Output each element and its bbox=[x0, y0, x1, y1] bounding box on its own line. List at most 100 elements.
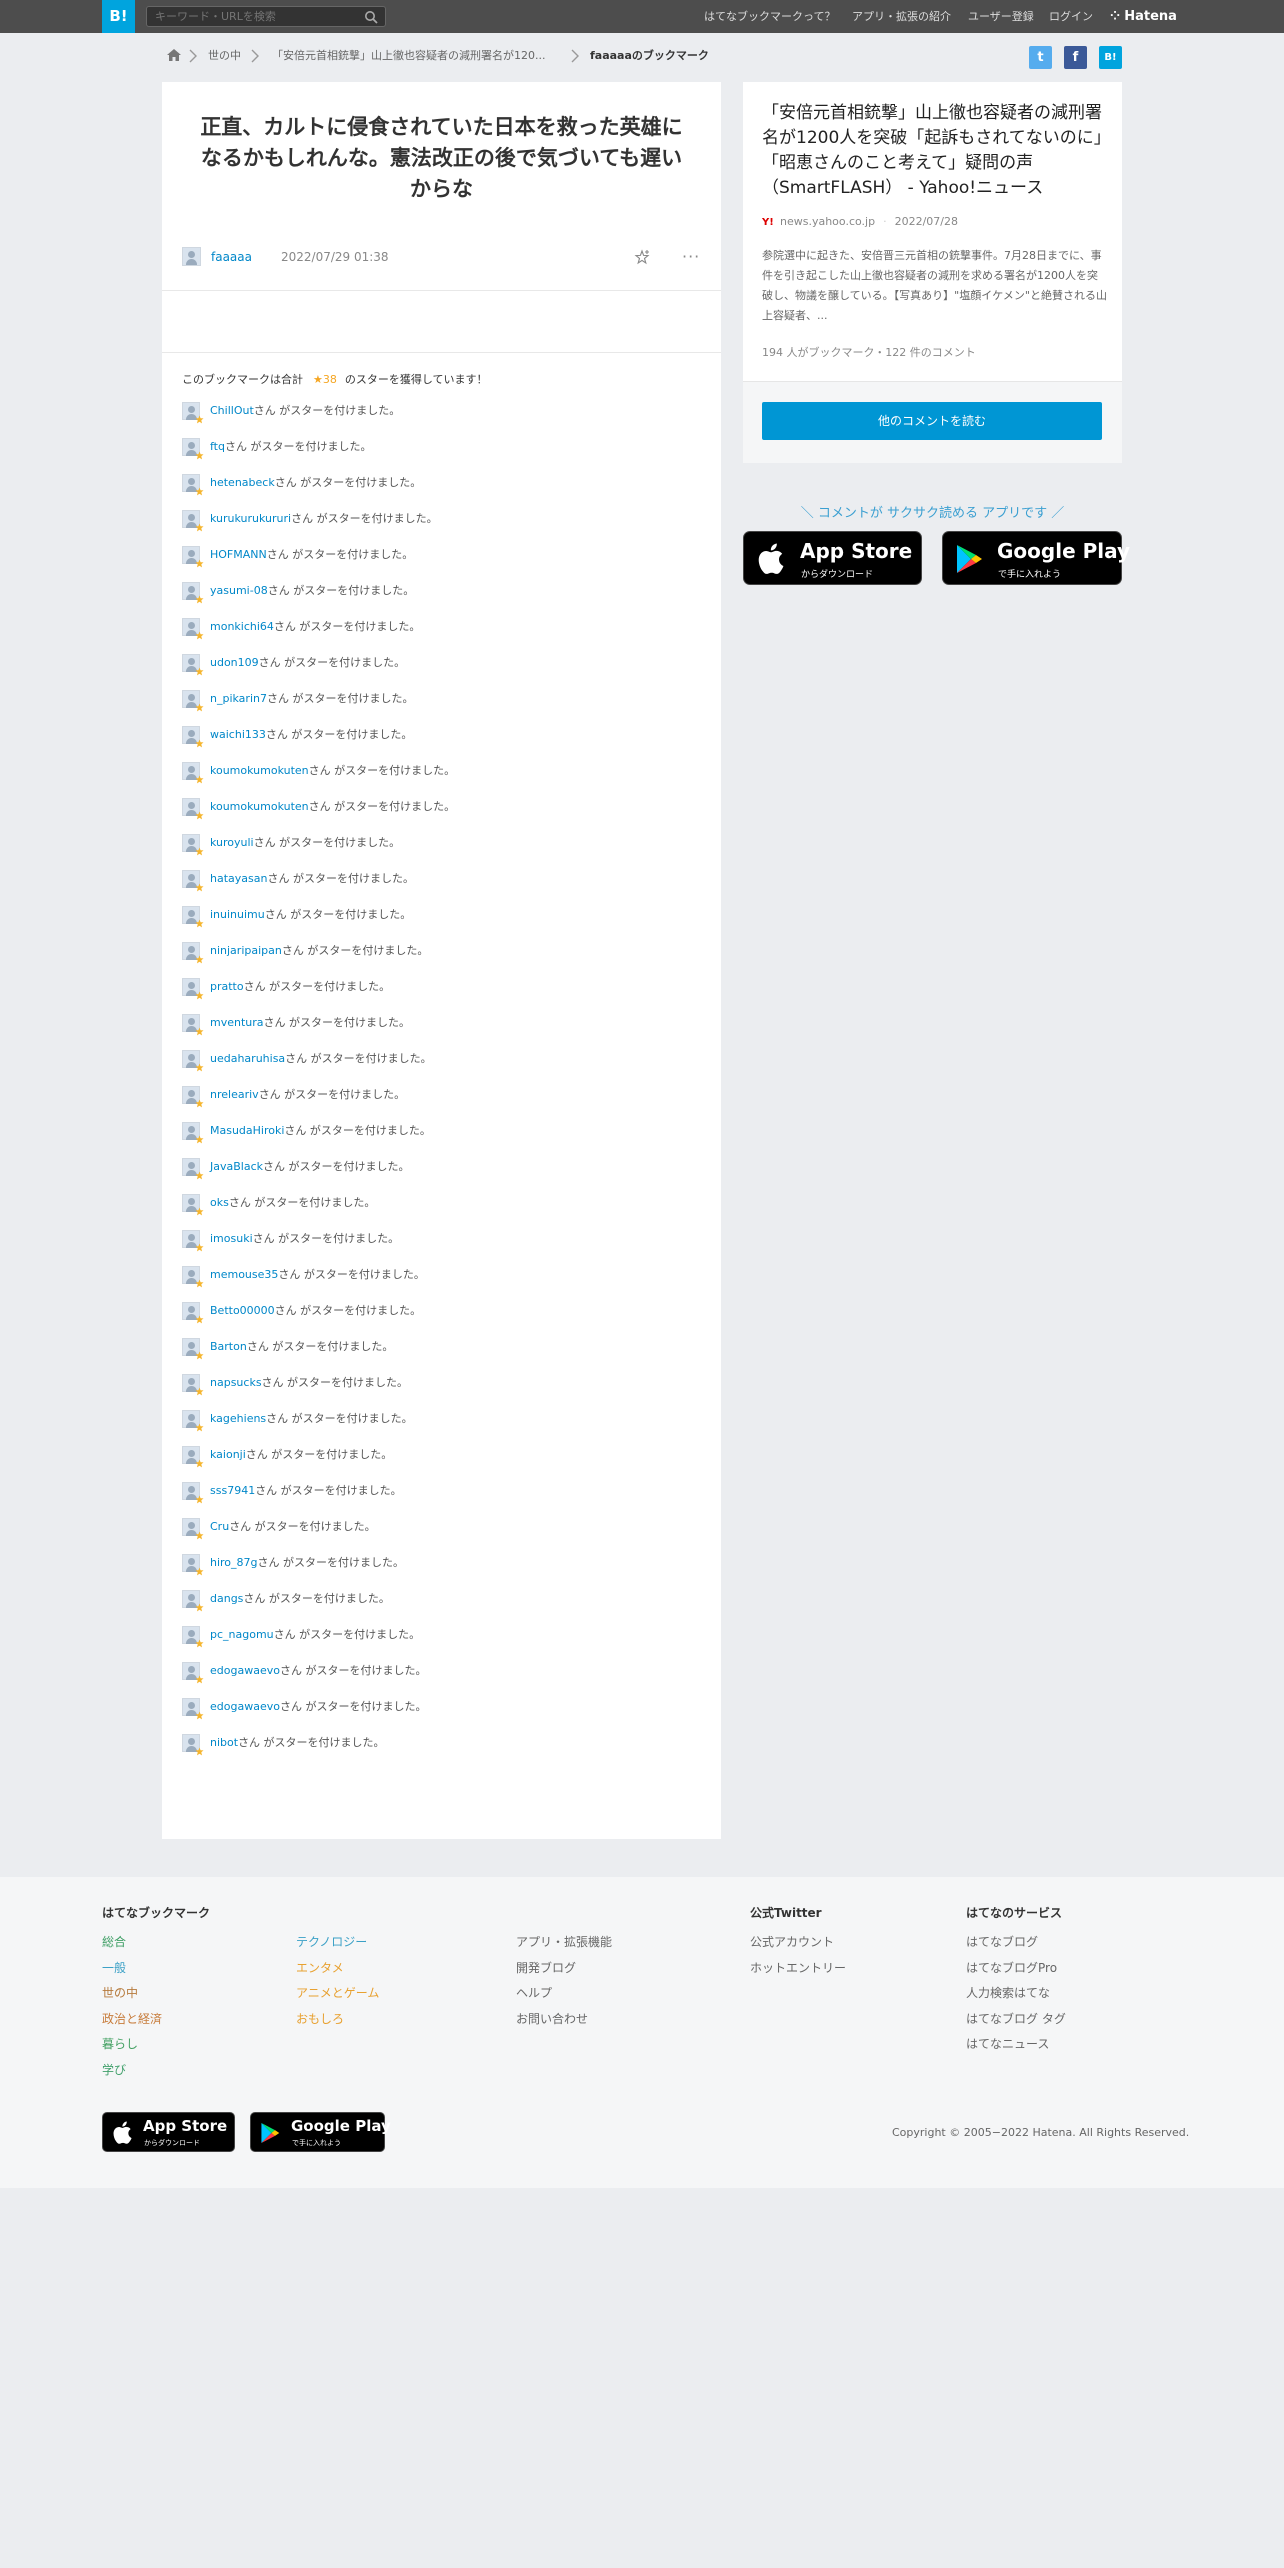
star-user-name[interactable]: kuroyuli bbox=[210, 836, 254, 849]
google-play-sublabel: で手に入れよう bbox=[998, 570, 1062, 580]
star-user-name[interactable]: imosuki bbox=[210, 1232, 253, 1245]
star-user-name[interactable]: dangs bbox=[210, 1592, 243, 1605]
nav-about[interactable]: はてなブックマークって？ bbox=[704, 0, 835, 33]
star-user-name[interactable]: edogawaevo bbox=[210, 1700, 280, 1713]
star-user-name[interactable]: pc_nagomu bbox=[210, 1628, 274, 1641]
footer-link[interactable]: おもしろ bbox=[296, 2007, 379, 2033]
footer-link[interactable]: ヘルプ bbox=[516, 1981, 612, 2007]
search-input[interactable] bbox=[155, 10, 345, 23]
star-user-name[interactable]: udon109 bbox=[210, 656, 259, 669]
footer-link[interactable]: 総合 bbox=[102, 1930, 162, 1956]
footer-link[interactable]: 世の中 bbox=[102, 1981, 162, 2007]
star-user-name[interactable]: Barton bbox=[210, 1340, 247, 1353]
star-user-name[interactable]: napsucks bbox=[210, 1376, 262, 1389]
star-user-name[interactable]: pratto bbox=[210, 980, 244, 993]
star-user-name[interactable]: waichi133 bbox=[210, 728, 266, 741]
nav-apps[interactable]: アプリ・拡張の紹介 bbox=[852, 0, 951, 33]
hatena-bookmark-logo[interactable]: B! bbox=[102, 0, 135, 33]
star-user-name[interactable]: Betto00000 bbox=[210, 1304, 275, 1317]
star-user-name[interactable]: kaionji bbox=[210, 1448, 246, 1461]
star-user-name[interactable]: kagehiens bbox=[210, 1412, 266, 1425]
star-user-name[interactable]: memouse35 bbox=[210, 1268, 278, 1281]
footer-link[interactable]: 暮らし bbox=[102, 2032, 162, 2058]
star-user-suffix: さん がスターを付けました。 bbox=[265, 728, 413, 741]
star-user-suffix: さん がスターを付けました。 bbox=[245, 1448, 393, 1461]
star-user-name[interactable]: Cru bbox=[210, 1520, 229, 1533]
star-user-name[interactable]: kurukurukururi bbox=[210, 512, 291, 525]
star-user-name[interactable]: nreleariv bbox=[210, 1088, 259, 1101]
star-user-name[interactable]: JavaBlack bbox=[210, 1160, 263, 1173]
twitter-share-button[interactable]: t bbox=[1029, 46, 1052, 69]
search-box[interactable] bbox=[146, 6, 386, 27]
footer-link[interactable]: アニメとゲーム bbox=[296, 1981, 379, 2007]
star-user-name[interactable]: edogawaevo bbox=[210, 1664, 280, 1677]
search-icon[interactable] bbox=[364, 10, 378, 24]
footer-link[interactable]: 学び bbox=[102, 2058, 162, 2084]
star-badge-icon bbox=[195, 1027, 204, 1036]
footer-link[interactable]: 公式アカウント bbox=[750, 1930, 846, 1956]
facebook-share-button[interactable]: f bbox=[1064, 46, 1087, 69]
star-user-name[interactable]: hatayasan bbox=[210, 872, 267, 885]
nav-login[interactable]: ログイン bbox=[1049, 0, 1093, 33]
add-star-icon[interactable] bbox=[634, 249, 652, 267]
star-user-suffix: さん がスターを付けました。 bbox=[281, 944, 429, 957]
star-user-name[interactable]: hiro_87g bbox=[210, 1556, 258, 1569]
home-icon[interactable] bbox=[166, 47, 182, 63]
star-badge-icon bbox=[195, 847, 204, 856]
chevron-right-icon bbox=[251, 49, 259, 63]
breadcrumb-entry[interactable]: 「安倍元首相銃撃」山上徹也容疑者の減刑署名が120... bbox=[272, 46, 545, 66]
avatar[interactable] bbox=[182, 247, 201, 266]
star-user-name[interactable]: nibot bbox=[210, 1736, 238, 1749]
entry-title[interactable]: 「安倍元首相銃撃」山上徹也容疑者の減刑署名が1200人を突破「起訴もされてないの… bbox=[762, 101, 1107, 201]
star-user-name[interactable]: koumokumokuten bbox=[210, 800, 309, 813]
star-user-item: ftqさん がスターを付けました。 bbox=[182, 438, 701, 474]
star-user-name[interactable]: inuinuimu bbox=[210, 908, 265, 921]
star-user-name[interactable]: ftq bbox=[210, 440, 225, 453]
footer-link[interactable]: エンタメ bbox=[296, 1956, 379, 1982]
star-user-suffix: さん がスターを付けました。 bbox=[229, 1520, 376, 1533]
star-user-name[interactable]: sss7941 bbox=[210, 1484, 255, 1497]
star-user-suffix: さん がスターを付けました。 bbox=[263, 1160, 410, 1173]
star-user-name[interactable]: monkichi64 bbox=[210, 620, 274, 633]
footer-link[interactable]: 政治と経済 bbox=[102, 2007, 162, 2033]
stars-summary-suffix: のスターを獲得しています！ bbox=[344, 373, 488, 386]
bookmark-date[interactable]: 2022/07/29 01:38 bbox=[281, 250, 389, 264]
footer-link[interactable]: 開発ブログ bbox=[516, 1956, 612, 1982]
star-user-name[interactable]: MasudaHiroki bbox=[210, 1124, 284, 1137]
hatena-brand[interactable]: ⁘ Hatena bbox=[1110, 0, 1177, 33]
hatena-share-button[interactable]: B! bbox=[1099, 46, 1122, 69]
footer-link[interactable]: アプリ・拡張機能 bbox=[516, 1930, 612, 1956]
star-user-name[interactable]: mventura bbox=[210, 1016, 264, 1029]
hatena-brand-label: Hatena bbox=[1124, 9, 1177, 24]
more-menu-button[interactable]: ··· bbox=[682, 247, 700, 266]
footer-link[interactable]: はてなブログPro bbox=[966, 1956, 1066, 1982]
star-user-name[interactable]: oks bbox=[210, 1196, 229, 1209]
footer-app-store-badge[interactable]: App Store からダウンロード bbox=[102, 2112, 235, 2152]
star-user-name[interactable]: hetenabeck bbox=[210, 476, 275, 489]
star-user-name[interactable]: yasumi-08 bbox=[210, 584, 268, 597]
entry-meta[interactable]: 194 人がブックマーク・122 件のコメント bbox=[762, 344, 976, 360]
footer-link[interactable]: はてなニュース bbox=[966, 2032, 1066, 2058]
google-play-badge[interactable]: Google Play で手に入れよう bbox=[942, 531, 1130, 585]
star-user-name[interactable]: uedaharuhisa bbox=[210, 1052, 285, 1065]
footer-link[interactable]: ホットエントリー bbox=[750, 1956, 846, 1982]
footer-link[interactable]: はてなブログ bbox=[966, 1930, 1066, 1956]
footer-link[interactable]: テクノロジー bbox=[296, 1930, 379, 1956]
star-badge-icon bbox=[195, 1639, 204, 1648]
footer-google-play-badge[interactable]: Google Play で手に入れよう bbox=[250, 2112, 391, 2152]
footer-link[interactable]: 人力検索はてな bbox=[966, 1981, 1066, 2007]
star-user-name[interactable]: HOFMANN bbox=[210, 548, 267, 561]
app-store-badge[interactable]: App Store からダウンロード bbox=[743, 531, 922, 585]
star-user-name[interactable]: n_pikarin7 bbox=[210, 692, 267, 705]
star-user-name[interactable]: ChillOut bbox=[210, 404, 254, 417]
breadcrumb-category[interactable]: 世の中 bbox=[208, 46, 241, 66]
read-other-comments-button[interactable]: 他のコメントを読む bbox=[762, 402, 1102, 440]
footer-link[interactable]: はてなブログ タグ bbox=[966, 2007, 1066, 2033]
star-user-name[interactable]: koumokumokuten bbox=[210, 764, 309, 777]
footer-link[interactable]: 一般 bbox=[102, 1956, 162, 1982]
star-user-name[interactable]: ninjaripaipan bbox=[210, 944, 282, 957]
nav-register[interactable]: ユーザー登録 bbox=[968, 0, 1034, 33]
bookmark-user-name[interactable]: faaaaa bbox=[211, 250, 252, 264]
entry-domain[interactable]: news.yahoo.co.jp bbox=[780, 215, 875, 228]
footer-link[interactable]: お問い合わせ bbox=[516, 2007, 612, 2033]
